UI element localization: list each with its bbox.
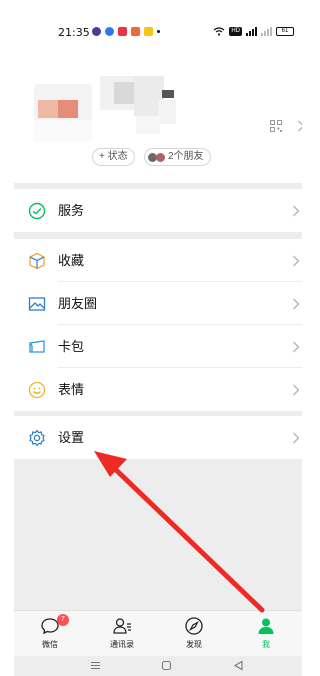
bottom-tab-bar: 7 微信 通讯录 发现 我 [14, 610, 302, 656]
home-icon[interactable] [161, 660, 172, 671]
tab-me[interactable]: 我 [230, 611, 302, 656]
hd-badge: HD [229, 27, 242, 36]
menu-item-cards[interactable]: 卡包 [14, 325, 302, 368]
wifi-icon [213, 27, 225, 36]
tab-chats[interactable]: 7 微信 [14, 611, 86, 656]
menu-label-services: 服务 [58, 203, 85, 218]
menu-icon[interactable] [90, 660, 101, 671]
features-section: 收藏 朋友圈 卡包 表情 [14, 239, 302, 411]
friends-label: 2个朋友 [168, 151, 204, 162]
app-notification-icon [144, 27, 153, 36]
status-bar: 21:35 HD 61 [14, 0, 302, 62]
tab-discover[interactable]: 发现 [158, 611, 230, 656]
qr-code-icon[interactable] [270, 120, 282, 132]
app-notification-icon [105, 27, 114, 36]
status-right: HD 61 [213, 27, 294, 36]
back-icon[interactable] [233, 660, 244, 671]
battery-icon: 61 [276, 27, 294, 36]
chevron-right-icon [293, 384, 300, 396]
tab-label-me: 我 [262, 640, 270, 649]
app-notification-icon [92, 27, 101, 36]
chevron-right-icon [298, 120, 302, 132]
card-wallet-icon [29, 340, 45, 353]
tab-contacts[interactable]: 通讯录 [86, 611, 158, 656]
nickname-blurred [100, 76, 180, 136]
menu-item-settings[interactable]: 设置 [14, 416, 302, 459]
notification-icons [92, 27, 160, 36]
chevron-right-icon [293, 298, 300, 310]
menu-item-moments[interactable]: 朋友圈 [14, 282, 302, 325]
status-time: 21:35 [58, 26, 90, 39]
tab-label-discover: 发现 [186, 640, 202, 649]
settings-section: 设置 [14, 416, 302, 459]
chevron-right-icon [293, 255, 300, 267]
menu-label-settings: 设置 [58, 430, 85, 445]
unread-badge: 7 [57, 614, 69, 626]
sticker-smile-icon [28, 381, 46, 399]
tab-label-chats: 微信 [42, 640, 58, 649]
chevron-right-icon [293, 205, 300, 217]
moments-picture-icon [28, 297, 46, 311]
app-notification-icon [118, 27, 127, 36]
favorites-cube-icon [29, 252, 45, 270]
add-status-label: + 状态 [99, 151, 128, 162]
contacts-icon [113, 618, 131, 634]
signal-icon [261, 27, 272, 36]
chevron-right-icon [293, 341, 300, 353]
services-check-icon [28, 202, 46, 220]
phone-screen: 21:35 HD 61 + 状态 2个朋友 服务 收藏 朋友圈 卡包 表情 设置… [14, 0, 302, 676]
add-status-button[interactable]: + 状态 [92, 148, 135, 166]
menu-item-favorites[interactable]: 收藏 [14, 239, 302, 282]
system-nav-bar [14, 656, 302, 676]
profile-header[interactable]: + 状态 2个朋友 [14, 62, 302, 183]
menu-item-stickers[interactable]: 表情 [14, 368, 302, 411]
menu-label-stickers: 表情 [58, 382, 85, 397]
menu-label-cards: 卡包 [58, 339, 85, 354]
settings-gear-icon [29, 429, 45, 447]
chevron-right-icon [293, 432, 300, 444]
person-icon [258, 618, 274, 634]
tab-label-contacts: 通讯录 [110, 640, 134, 649]
app-notification-icon [131, 27, 140, 36]
menu-item-services[interactable]: 服务 [14, 189, 302, 232]
more-notifications-icon [157, 30, 160, 33]
menu-label-favorites: 收藏 [58, 253, 85, 268]
compass-icon [185, 617, 203, 635]
friends-button[interactable]: 2个朋友 [144, 148, 211, 166]
menu-label-moments: 朋友圈 [58, 296, 98, 311]
signal-icon [246, 27, 257, 36]
services-section: 服务 [14, 189, 302, 232]
friend-avatar-icon [156, 152, 165, 162]
avatar[interactable] [34, 84, 92, 142]
